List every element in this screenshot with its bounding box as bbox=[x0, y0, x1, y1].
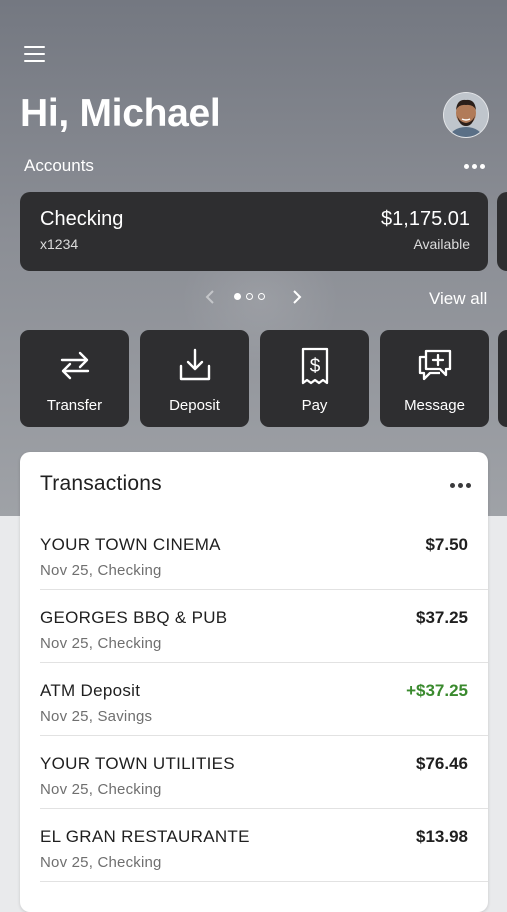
deposit-label: Deposit bbox=[169, 397, 220, 414]
account-balance: $1,175.01 bbox=[381, 208, 470, 230]
accounts-more-icon[interactable] bbox=[463, 160, 489, 174]
transaction-name: YOUR TOWN CINEMA bbox=[40, 535, 221, 554]
next-action-tile-peek[interactable] bbox=[498, 330, 507, 427]
transaction-row[interactable]: EL GRAN RESTAURANTE Nov 25, Checking $13… bbox=[20, 809, 488, 882]
account-pager-dots bbox=[234, 293, 265, 300]
next-account-card-peek[interactable] bbox=[497, 192, 507, 271]
pay-receipt-dollar-icon: $ bbox=[301, 347, 328, 385]
transaction-detail: Nov 25, Checking bbox=[40, 854, 162, 871]
user-avatar-photo bbox=[444, 93, 488, 137]
transaction-row[interactable]: ATM Deposit Nov 25, Savings +$37.25 bbox=[20, 663, 488, 736]
transactions-more-icon[interactable] bbox=[449, 479, 475, 493]
hamburger-menu-icon[interactable] bbox=[24, 44, 46, 64]
transactions-title: Transactions bbox=[40, 472, 162, 495]
pager-dot bbox=[246, 293, 253, 300]
pay-button[interactable]: $ Pay bbox=[260, 330, 369, 427]
account-number: x1234 bbox=[40, 236, 79, 252]
transaction-row[interactable]: YOUR TOWN CINEMA Nov 25, Checking $7.50 bbox=[20, 517, 488, 590]
transaction-name: ATM Deposit bbox=[40, 681, 141, 700]
avatar[interactable] bbox=[443, 92, 489, 138]
svg-text:$: $ bbox=[309, 356, 320, 377]
transaction-detail: Nov 25, Checking bbox=[40, 562, 162, 579]
pager-dot bbox=[258, 293, 265, 300]
transaction-name: YOUR TOWN UTILITIES bbox=[40, 754, 235, 773]
transaction-name: GEORGES BBQ & PUB bbox=[40, 608, 228, 627]
deposit-button[interactable]: Deposit bbox=[140, 330, 249, 427]
transaction-amount: $13.98 bbox=[416, 827, 468, 846]
accounts-label: Accounts bbox=[24, 156, 94, 175]
message-button[interactable]: Message bbox=[380, 330, 489, 427]
deposit-download-icon bbox=[179, 348, 210, 381]
transaction-detail: Nov 25, Checking bbox=[40, 781, 162, 798]
row-divider bbox=[40, 881, 488, 882]
transaction-amount: $76.46 bbox=[416, 754, 468, 773]
transaction-name: EL GRAN RESTAURANTE bbox=[40, 827, 250, 846]
message-label: Message bbox=[404, 397, 465, 414]
transaction-detail: Nov 25, Savings bbox=[40, 708, 153, 725]
transaction-amount: $37.25 bbox=[416, 608, 468, 627]
transaction-amount: $7.50 bbox=[425, 535, 468, 554]
view-all-link[interactable]: View all bbox=[429, 289, 487, 309]
account-name: Checking bbox=[40, 208, 124, 230]
transaction-row[interactable]: YOUR TOWN UTILITIES Nov 25, Checking $76… bbox=[20, 736, 488, 809]
transfer-arrows-icon bbox=[60, 351, 89, 380]
chevron-right-icon[interactable] bbox=[291, 289, 303, 305]
transaction-amount-credit: +$37.25 bbox=[406, 681, 468, 700]
pager-dot-active bbox=[234, 293, 241, 300]
greeting-title: Hi, Michael bbox=[20, 92, 221, 135]
transactions-card: Transactions YOUR TOWN CINEMA Nov 25, Ch… bbox=[20, 452, 488, 912]
account-card-checking[interactable]: Checking x1234 $1,175.01 Available bbox=[20, 192, 488, 271]
transaction-row[interactable]: GEORGES BBQ & PUB Nov 25, Checking $37.2… bbox=[20, 590, 488, 663]
transaction-detail: Nov 25, Checking bbox=[40, 635, 162, 652]
chevron-left-icon[interactable] bbox=[204, 289, 216, 305]
account-balance-label: Available bbox=[413, 236, 470, 252]
pay-label: Pay bbox=[301, 397, 328, 414]
message-plus-icon bbox=[418, 349, 451, 381]
transfer-label: Transfer bbox=[46, 397, 103, 414]
transfer-button[interactable]: Transfer bbox=[20, 330, 129, 427]
